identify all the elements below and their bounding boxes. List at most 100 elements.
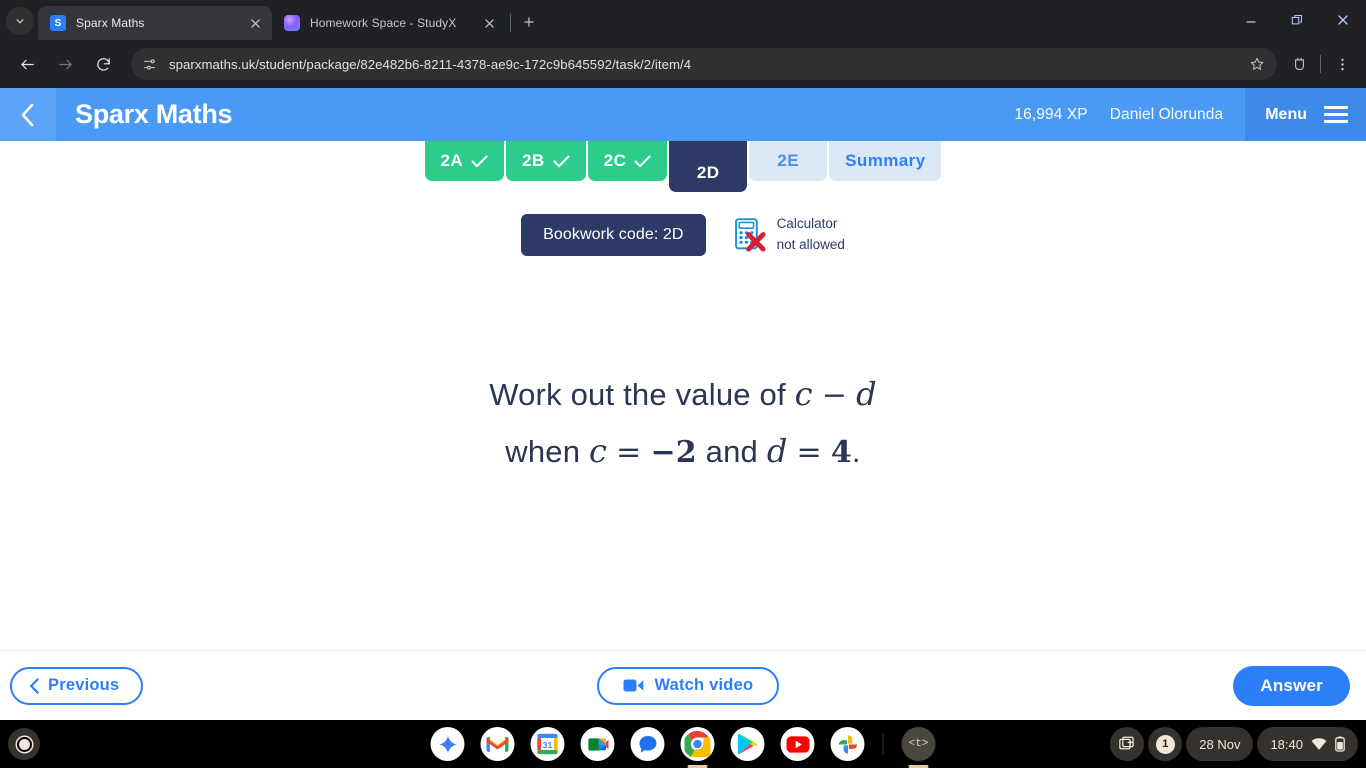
question-line-1: Work out the value of c − d [0, 366, 1366, 423]
gmail-envelope-icon [486, 736, 509, 752]
gmail-app-icon[interactable] [480, 727, 515, 761]
question-area: Work out the value of c − d when c = −2 and … [0, 366, 1366, 480]
forward-button[interactable] [49, 48, 81, 80]
task-tab-label: 2A [440, 151, 464, 170]
photos-pinwheel-icon [838, 734, 857, 754]
wifi-icon [1311, 737, 1327, 750]
task-tab-2b[interactable]: 2B [506, 141, 586, 181]
chevron-down-icon [16, 19, 24, 24]
notification-count-badge: 1 [1155, 734, 1175, 754]
gemini-app-icon[interactable] [430, 727, 465, 761]
previous-button[interactable]: Previous [10, 666, 144, 705]
math-value-four: 4 [830, 434, 852, 470]
window-minimize-button[interactable] [1228, 0, 1274, 40]
task-tab-label: 2B [522, 151, 545, 170]
google-messages-app-icon[interactable] [630, 727, 665, 761]
extensions-button[interactable] [1283, 48, 1315, 80]
shelf-time: 18:40 [1270, 736, 1303, 752]
math-variable-c: c [588, 431, 608, 470]
omnibox[interactable]: sparxmaths.uk/student/package/82e482b6-8… [131, 48, 1277, 80]
chrome-logo-icon [684, 731, 711, 757]
google-photos-app-icon[interactable] [830, 727, 865, 761]
tab-close-button[interactable] [480, 14, 498, 32]
google-meet-app-icon[interactable] [580, 727, 615, 761]
previous-button-label: Previous [48, 676, 120, 694]
gemini-sparkle-icon [438, 735, 457, 753]
math-variable-c: c [794, 375, 813, 413]
answer-button[interactable]: Answer [1233, 665, 1350, 706]
screen-capture-icon [1118, 736, 1134, 749]
window-close-button[interactable] [1320, 0, 1366, 40]
calculator-not-allowed-icon [734, 217, 766, 253]
shelf-date: 28 Nov [1199, 736, 1241, 752]
task-tab-2c[interactable]: 2C [587, 141, 668, 181]
task-tab-2d[interactable]: 2D [669, 141, 748, 192]
address-bar-url: sparxmaths.uk/student/package/82e482b6-8… [169, 56, 692, 72]
tab-close-button[interactable] [246, 14, 264, 32]
question-period: . [851, 433, 861, 469]
close-icon [250, 18, 260, 28]
studyx-favicon [284, 15, 300, 31]
star-icon [1250, 57, 1264, 70]
bookwork-row: Bookwork code: 2D Calculator not allowed [0, 214, 1366, 256]
maximize-icon [1291, 15, 1302, 25]
google-chrome-app-icon[interactable] [680, 727, 715, 761]
google-play-store-app-icon[interactable] [730, 727, 765, 761]
text-editor-app-icon[interactable]: <t> [901, 727, 936, 761]
math-operator-minus: − [821, 378, 848, 413]
task-tab-summary[interactable]: Summary [829, 141, 942, 181]
youtube-app-icon[interactable] [780, 727, 815, 761]
bookmark-star-icon[interactable] [1243, 50, 1271, 78]
tab-title: Homework Space - StudyX [310, 16, 457, 30]
google-calendar-app-icon[interactable]: 31 [530, 727, 565, 761]
question-footer-bar: Previous Watch video Answer [0, 650, 1366, 720]
check-icon [634, 154, 651, 167]
question-line-2: when c = −2 and d = 4. [0, 423, 1366, 480]
launcher-icon[interactable] [8, 728, 40, 760]
task-tab-2a[interactable]: 2A [424, 141, 505, 181]
reload-icon [96, 57, 110, 71]
window-maximize-button[interactable] [1274, 0, 1320, 40]
toolbar-separator [1320, 55, 1321, 73]
math-value-minus-two: −2 [650, 434, 697, 470]
shelf-app-list: 31 <t> [430, 727, 936, 761]
browser-toolbar: sparxmaths.uk/student/package/82e482b6-8… [0, 40, 1366, 88]
extensions-icon [1294, 57, 1304, 70]
task-tab-label: 2D [696, 163, 720, 182]
chromeos-shelf: 31 <t> 1 28 Nov 18:40 [0, 720, 1366, 768]
date-tray-button[interactable]: 28 Nov [1186, 727, 1254, 761]
tune-icon [143, 58, 155, 70]
task-tab-label: 2C [603, 151, 627, 170]
play-store-icon [737, 733, 758, 755]
browser-tab-homework-space[interactable]: Homework Space - StudyX [272, 6, 506, 40]
task-tab-2e[interactable]: 2E [749, 141, 828, 181]
browser-menu-button[interactable] [1326, 48, 1358, 80]
three-dot-menu-icon [1340, 58, 1344, 70]
video-camera-icon [623, 679, 644, 692]
status-tray-button[interactable]: 18:40 [1257, 727, 1358, 761]
notification-tray-button[interactable]: 1 [1148, 727, 1183, 761]
screen-capture-button[interactable] [1110, 727, 1145, 761]
site-settings-icon[interactable] [137, 52, 161, 76]
answer-button-label: Answer [1260, 675, 1323, 695]
tab-search-button[interactable] [6, 7, 34, 35]
reload-button[interactable] [87, 48, 119, 80]
watch-video-button[interactable]: Watch video [597, 666, 780, 705]
back-button[interactable] [11, 48, 43, 80]
calculator-text: Calculator not allowed [777, 214, 845, 256]
app-back-button[interactable] [0, 88, 56, 141]
header-right-group: 16,994 XP Daniel Olorunda Menu [1014, 88, 1366, 141]
new-tab-button[interactable] [515, 8, 543, 36]
menu-label: Menu [1265, 105, 1307, 123]
arrow-forward-icon [58, 59, 72, 69]
bookwork-code-badge: Bookwork code: 2D [521, 214, 706, 256]
app-menu-button[interactable]: Menu [1245, 88, 1366, 141]
meet-camera-icon [587, 737, 608, 751]
task-tab-label: 2E [777, 151, 799, 170]
browser-tab-sparx-maths[interactable]: S Sparx Maths [38, 6, 272, 40]
chevron-left-icon [21, 103, 34, 126]
math-equals-sign: = [796, 434, 822, 470]
calculator-status: Calculator not allowed [734, 214, 845, 256]
math-variable-d: d [766, 431, 788, 470]
question-line-1-text: Work out the value of [489, 377, 795, 412]
